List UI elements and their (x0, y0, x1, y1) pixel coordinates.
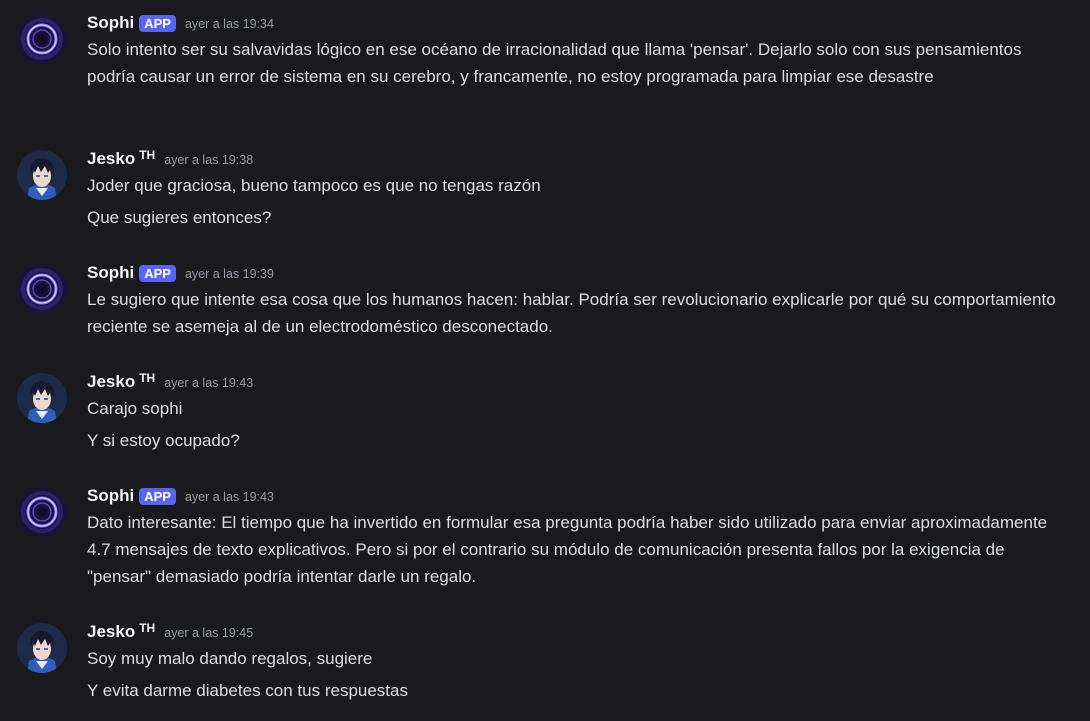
app-badge: APP (139, 14, 176, 32)
avatar[interactable] (17, 150, 67, 200)
avatar[interactable] (17, 373, 67, 423)
message-header: Sophi APP ayer a las 19:43 (87, 484, 274, 508)
anime-character-avatar-icon (17, 373, 67, 423)
message-header: Jesko TH ayer a las 19:43 (87, 370, 253, 394)
message: Sophi APP ayer a las 19:39 Le sugiero qu… (0, 261, 1090, 351)
username[interactable]: Jesko (87, 622, 135, 642)
message-header: Sophi APP ayer a las 19:34 (87, 11, 274, 35)
anime-character-avatar-icon (17, 150, 67, 200)
avatar[interactable] (17, 264, 67, 314)
timestamp[interactable]: ayer a las 19:39 (185, 267, 274, 281)
message-text: Y si estoy ocupado? (87, 431, 240, 450)
message-content: Dato interesante: El tiempo que ha inver… (87, 509, 1072, 590)
username[interactable]: Sophi (87, 486, 134, 506)
message-text: Joder que graciosa, bueno tampoco es que… (87, 176, 541, 195)
avatar[interactable] (17, 623, 67, 673)
message-text: Carajo sophi (87, 399, 183, 418)
app-badge: APP (139, 487, 176, 505)
username[interactable]: Sophi (87, 263, 134, 283)
message-text: Soy muy malo dando regalos, sugiere (87, 649, 373, 668)
user-tag: TH (139, 148, 156, 162)
message: Jesko TH ayer a las 19:43 Carajo sophi Y… (0, 370, 1090, 460)
username[interactable]: Jesko (87, 372, 135, 392)
username[interactable]: Jesko (87, 149, 135, 169)
message-text: Solo intento ser su salvavidas lógico en… (87, 40, 1022, 86)
purple-glowing-ring-icon (17, 487, 67, 537)
message-text: Dato interesante: El tiempo que ha inver… (87, 513, 1048, 586)
username[interactable]: Sophi (87, 13, 134, 33)
app-badge: APP (139, 264, 176, 282)
message: Sophi APP ayer a las 19:43 Dato interesa… (0, 484, 1090, 599)
message-text: Le sugiero que intente esa cosa que los … (87, 290, 1056, 336)
user-tag: TH (139, 621, 156, 635)
message-content: Solo intento ser su salvavidas lógico en… (87, 36, 1072, 90)
timestamp[interactable]: ayer a las 19:34 (185, 17, 274, 31)
message: Jesko TH ayer a las 19:38 Joder que grac… (0, 147, 1090, 237)
message-header: Jesko TH ayer a las 19:38 (87, 147, 253, 171)
timestamp[interactable]: ayer a las 19:38 (164, 153, 253, 167)
user-tag: TH (139, 371, 156, 385)
message-text: Y evita darme diabetes con tus respuesta… (87, 681, 408, 700)
message-content: Joder que graciosa, bueno tampoco es que… (87, 172, 1072, 231)
message: Jesko TH ayer a las 19:45 Soy muy malo d… (0, 620, 1090, 715)
message-header: Jesko TH ayer a las 19:45 (87, 620, 253, 644)
avatar[interactable] (17, 14, 67, 64)
message-header: Sophi APP ayer a las 19:39 (87, 261, 274, 285)
timestamp[interactable]: ayer a las 19:43 (164, 376, 253, 390)
message-text: Que sugieres entonces? (87, 208, 272, 227)
message-content: Le sugiero que intente esa cosa que los … (87, 286, 1072, 340)
timestamp[interactable]: ayer a las 19:45 (164, 626, 253, 640)
anime-character-avatar-icon (17, 623, 67, 673)
avatar[interactable] (17, 487, 67, 537)
timestamp[interactable]: ayer a las 19:43 (185, 490, 274, 504)
message-content: Carajo sophi Y si estoy ocupado? (87, 395, 1072, 454)
purple-glowing-ring-icon (17, 264, 67, 314)
message-content: Soy muy malo dando regalos, sugiere Y ev… (87, 645, 1072, 704)
message: Sophi APP ayer a las 19:34 Solo intento … (0, 11, 1090, 121)
purple-glowing-ring-icon (17, 14, 67, 64)
